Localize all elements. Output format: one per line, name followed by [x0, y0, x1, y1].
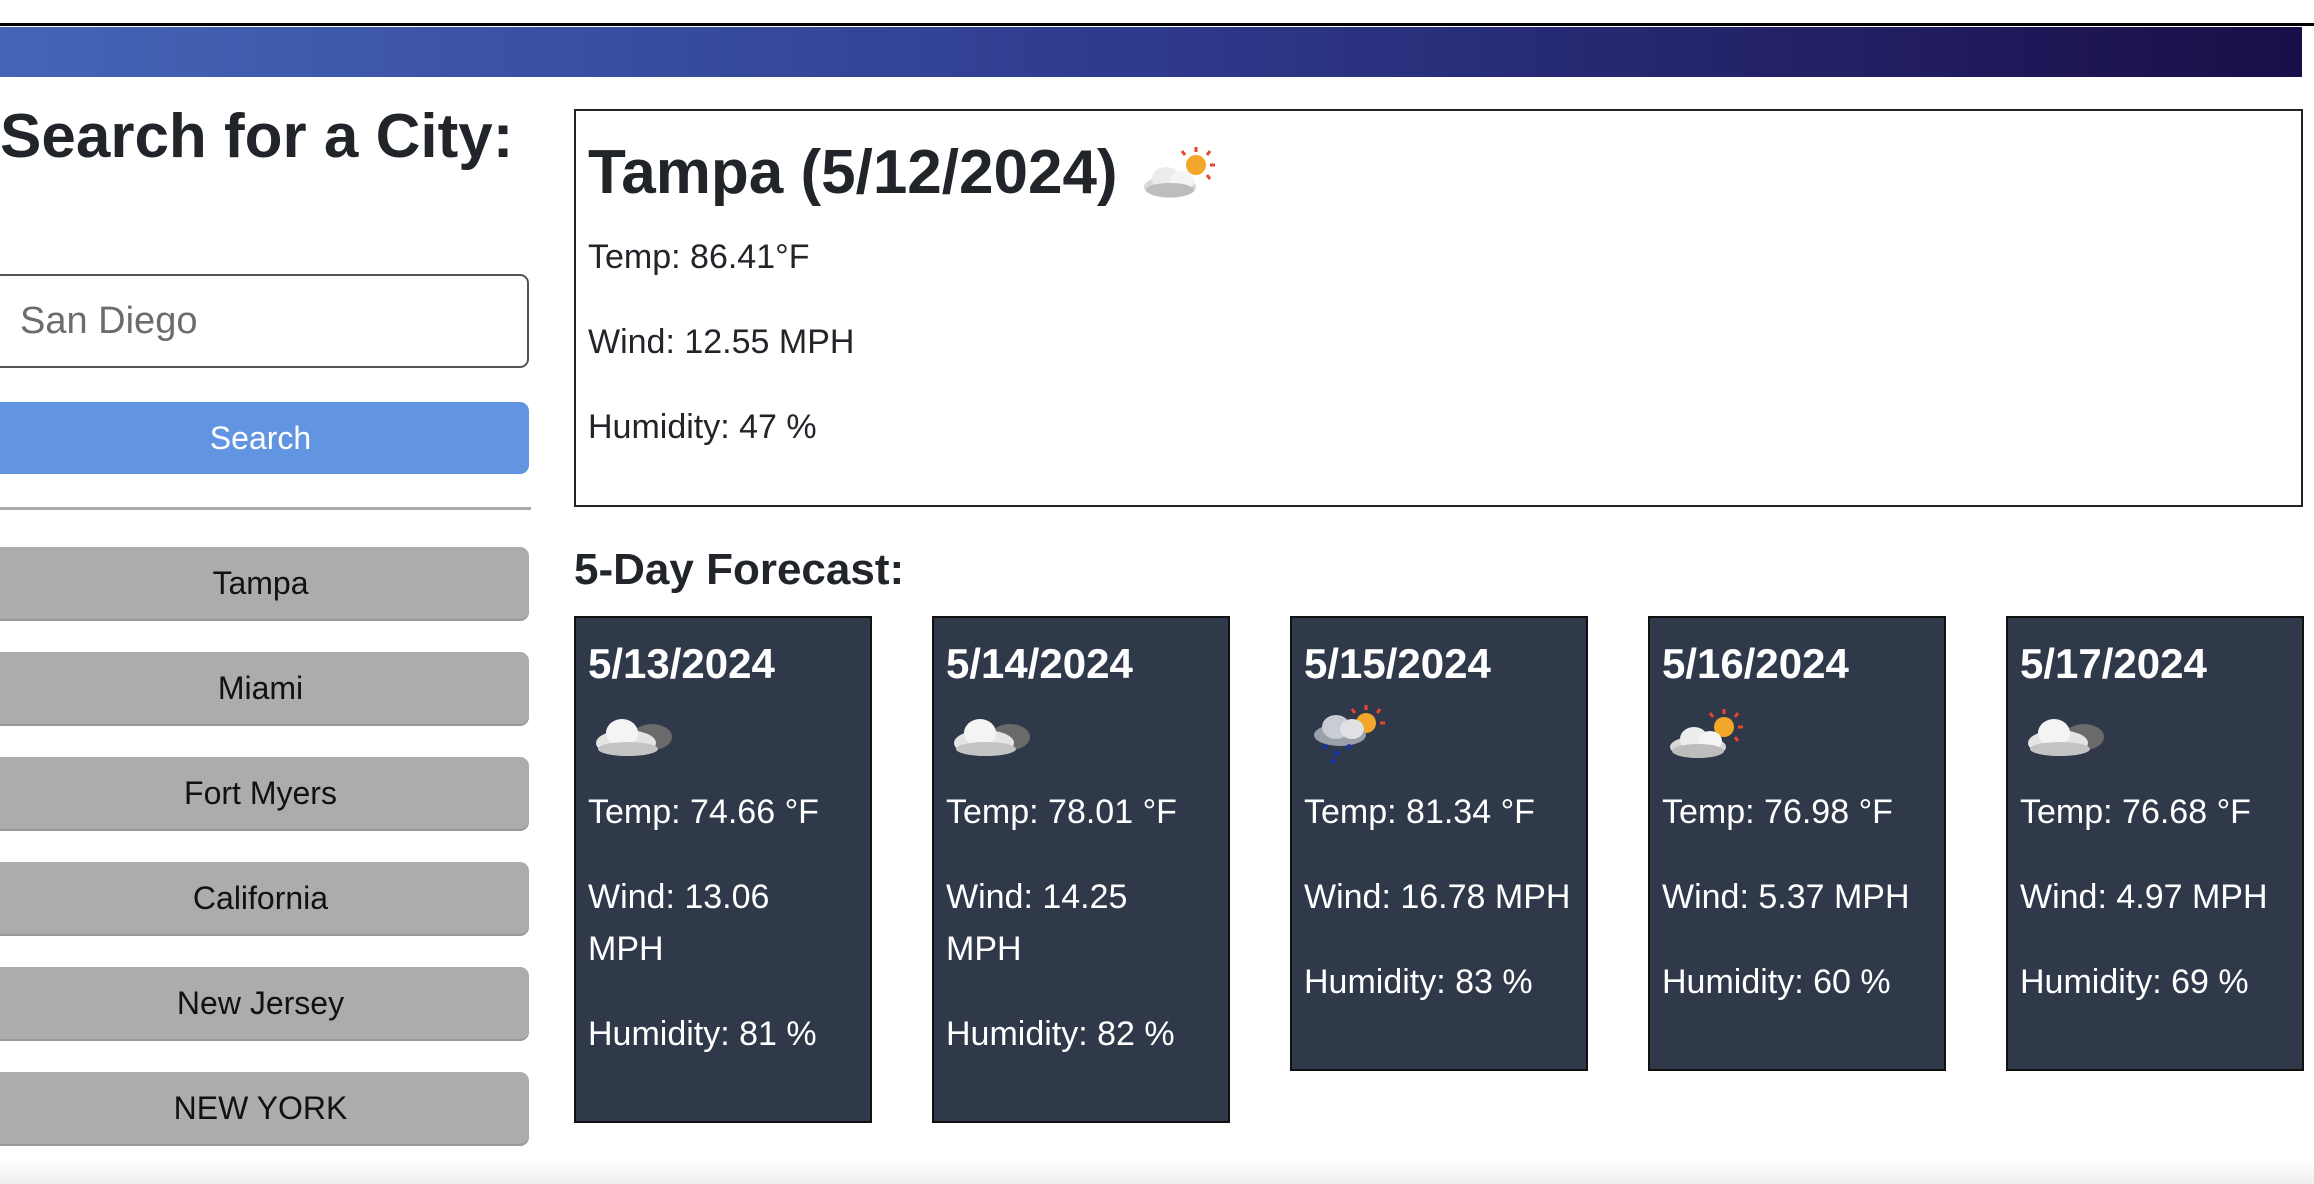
forecast-temperature: Temp: 74.66 °F [588, 793, 819, 831]
forecast-date: 5/15/2024 [1304, 640, 1491, 687]
forecast-wind: Wind: 5.37 MPH [1662, 878, 1910, 916]
forecast-card-day-1: 5/13/2024 Temp: 74.66 °F Wind: 13.06 MPH… [574, 616, 872, 1123]
search-heading: Search for a City: [0, 102, 514, 171]
forecast-humidity: Humidity: 69 % [2020, 963, 2249, 1001]
forecast-wind: Wind: 4.97 MPH [2020, 878, 2268, 916]
forecast-humidity: Humidity: 83 % [1304, 963, 1533, 1001]
forecast-card-day-5: 5/17/2024 Temp: 76.68 °F Wind: 4.97 MPH … [2006, 616, 2304, 1071]
header-banner [0, 27, 2302, 77]
partly-cloudy-sun-icon [1662, 700, 1944, 770]
forecast-temperature: Temp: 76.98 °F [1662, 793, 1893, 831]
forecast-card-day-2: 5/14/2024 Temp: 78.01 °F Wind: 14.25 MPH… [932, 616, 1230, 1123]
search-button[interactable]: Search [0, 402, 529, 474]
overcast-cloud-icon [588, 700, 870, 770]
forecast-date: 5/16/2024 [1662, 640, 1849, 687]
forecast-temperature: Temp: 78.01 °F [946, 793, 1177, 831]
history-button-california[interactable]: California [0, 862, 529, 934]
partly-cloudy-sun-icon [1140, 143, 1224, 203]
city-search-input[interactable] [0, 274, 529, 368]
overcast-cloud-icon [2020, 700, 2302, 770]
current-city-date: Tampa (5/12/2024) [588, 138, 1118, 207]
forecast-heading: 5-Day Forecast: [574, 545, 905, 594]
forecast-wind: Wind: 13.06 MPH [588, 878, 770, 968]
current-weather-heading: Tampa (5/12/2024) [588, 133, 2301, 213]
current-temperature: Temp: 86.41°F [588, 238, 810, 276]
rain-sun-icon [1304, 700, 1586, 770]
forecast-date: 5/17/2024 [2020, 640, 2207, 687]
forecast-date: 5/14/2024 [946, 640, 1133, 687]
browser-top-edge [0, 0, 2314, 26]
forecast-humidity: Humidity: 81 % [588, 1015, 817, 1053]
current-weather-panel: Tampa (5/12/2024) Temp: 86.41°F Wind: 12… [574, 109, 2303, 507]
forecast-card-day-4: 5/16/2024 Temp: 76.98 °F Wind: 5.37 MPH … [1648, 616, 1946, 1071]
history-button-miami[interactable]: Miami [0, 652, 529, 724]
page-bottom-edge [0, 1160, 2314, 1184]
forecast-wind: Wind: 16.78 MPH [1304, 878, 1571, 916]
current-humidity: Humidity: 47 % [588, 408, 817, 446]
forecast-wind: Wind: 14.25 MPH [946, 878, 1128, 968]
forecast-date: 5/13/2024 [588, 640, 775, 687]
forecast-humidity: Humidity: 60 % [1662, 963, 1891, 1001]
history-button-tampa[interactable]: Tampa [0, 547, 529, 619]
history-button-new-jersey[interactable]: New Jersey [0, 967, 529, 1039]
history-button-fort-myers[interactable]: Fort Myers [0, 757, 529, 829]
forecast-temperature: Temp: 76.68 °F [2020, 793, 2251, 831]
forecast-card-day-3: 5/15/2024 Temp: 81.34 °F Wind: 16.78 MPH… [1290, 616, 1588, 1071]
forecast-temperature: Temp: 81.34 °F [1304, 793, 1535, 831]
forecast-humidity: Humidity: 82 % [946, 1015, 1175, 1053]
sidebar-divider [0, 507, 531, 510]
current-wind: Wind: 12.55 MPH [588, 323, 855, 361]
search-history-list: Tampa Miami Fort Myers California New Je… [0, 547, 529, 1177]
history-button-new-york[interactable]: NEW YORK [0, 1072, 529, 1144]
overcast-cloud-icon [946, 700, 1228, 770]
